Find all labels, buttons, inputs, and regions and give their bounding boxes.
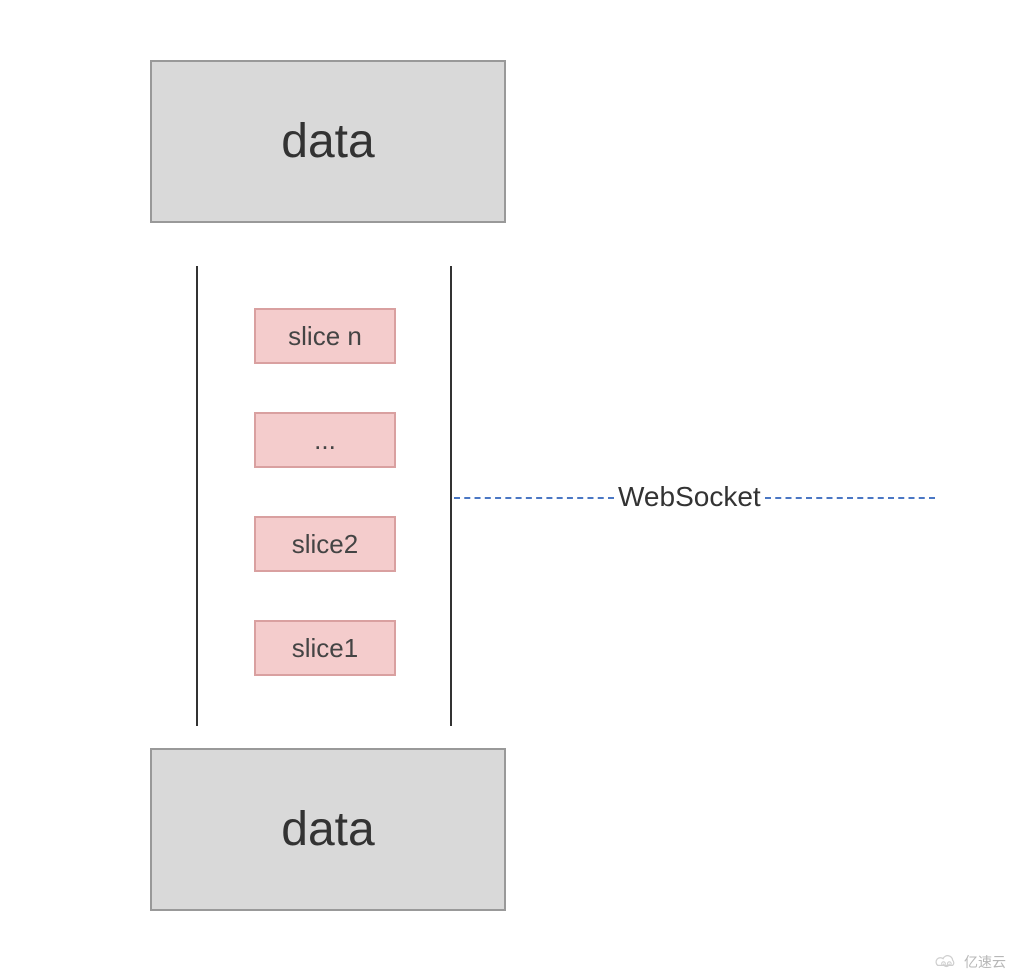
- slice-label: ...: [314, 425, 336, 456]
- slice-1: slice1: [254, 620, 396, 676]
- data-box-top: data: [150, 60, 506, 223]
- watermark: 亿速云: [932, 952, 1006, 972]
- channel-left-border: [196, 266, 198, 726]
- slice-ellipsis: ...: [254, 412, 396, 468]
- slice-label: slice2: [292, 529, 358, 560]
- websocket-connection: WebSocket: [454, 497, 935, 499]
- slices-stack: slice n ... slice2 slice1: [254, 308, 396, 676]
- data-box-bottom: data: [150, 748, 506, 911]
- dashed-line-right: [765, 497, 935, 499]
- slice-2: slice2: [254, 516, 396, 572]
- channel-container: slice n ... slice2 slice1: [196, 266, 452, 726]
- slice-label: slice n: [288, 321, 362, 352]
- dashed-line-left: [454, 497, 614, 499]
- watermark-text: 亿速云: [964, 952, 1006, 972]
- slice-label: slice1: [292, 633, 358, 664]
- websocket-label: WebSocket: [614, 481, 765, 513]
- slice-n: slice n: [254, 308, 396, 364]
- cloud-icon: [932, 952, 960, 972]
- data-box-bottom-label: data: [281, 802, 374, 857]
- channel-right-border: [450, 266, 452, 726]
- data-box-top-label: data: [281, 114, 374, 169]
